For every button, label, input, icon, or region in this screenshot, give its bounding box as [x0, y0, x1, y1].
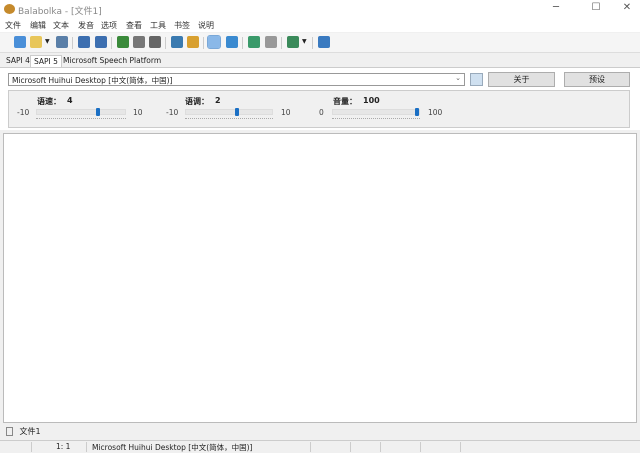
voice-icon[interactable]: [287, 36, 299, 48]
status-divider: [310, 442, 311, 452]
document-tab[interactable]: 文件1: [4, 424, 43, 438]
rate-slider-thumb[interactable]: [95, 108, 100, 116]
document-tab-label: 文件1: [19, 427, 41, 436]
menu-view[interactable]: 查看: [126, 20, 142, 31]
maximize-button[interactable]: ☐: [581, 2, 611, 17]
rate-label: 语速：: [37, 97, 61, 106]
info-icon[interactable]: [318, 36, 330, 48]
text-editor[interactable]: [3, 133, 637, 423]
separator: [242, 37, 243, 49]
status-divider: [420, 442, 421, 452]
rate-max: 10: [133, 108, 143, 117]
app-icon: [4, 4, 15, 14]
menu-options[interactable]: 选项: [101, 20, 117, 31]
pitch-slider-thumb[interactable]: [234, 108, 239, 116]
voice-select[interactable]: Microsoft Huihui Desktop [中文(简体，中国)] ⌄: [8, 73, 465, 86]
menu-help[interactable]: 说明: [198, 20, 214, 31]
pitch-max: 10: [281, 108, 291, 117]
toolbar: ▼ ▼: [0, 33, 640, 53]
dropdown-icon[interactable]: ▼: [302, 38, 307, 45]
separator: [72, 37, 73, 49]
minimize-button[interactable]: ─: [541, 2, 571, 17]
dictionary-icon[interactable]: [265, 36, 277, 48]
volume-label: 音量：: [333, 97, 357, 106]
volume-max: 100: [428, 108, 443, 117]
pitch-value: 2: [215, 96, 221, 105]
menu-tools[interactable]: 工具: [150, 20, 166, 31]
menu-bookmarks[interactable]: 书签: [174, 20, 190, 31]
preset-button[interactable]: 预设: [564, 72, 630, 87]
document-icon: [6, 427, 13, 436]
tab-sapi5[interactable]: SAPI 5: [30, 55, 62, 67]
speak-clipboard-icon[interactable]: [95, 36, 107, 48]
separator: [165, 37, 166, 49]
tab-speech-platform[interactable]: Microsoft Speech Platform: [60, 55, 164, 67]
separator: [111, 37, 112, 49]
status-divider: [350, 442, 351, 452]
menu-edit[interactable]: 编辑: [30, 20, 46, 31]
split-icon[interactable]: [187, 36, 199, 48]
open-folder-icon[interactable]: [30, 36, 42, 48]
save-audio-icon[interactable]: [171, 36, 183, 48]
status-voice: Microsoft Huihui Desktop [中文(简体，中国)]: [92, 443, 253, 452]
rate-ticks: [36, 118, 126, 119]
rate-min: -10: [17, 108, 30, 117]
status-bar: 1: 1 Microsoft Huihui Desktop [中文(简体，中国)…: [0, 440, 640, 452]
dropdown-icon[interactable]: ▼: [45, 38, 50, 45]
stop-icon[interactable]: [149, 36, 161, 48]
read-icon[interactable]: [226, 36, 238, 48]
status-divider: [31, 442, 32, 452]
menu-text[interactable]: 文本: [53, 20, 69, 31]
status-divider: [460, 442, 461, 452]
rate-value: 4: [67, 96, 73, 105]
pause-icon[interactable]: [133, 36, 145, 48]
menu-bar: 文件 编辑 文本 发音 选项 查看 工具 书签 说明: [0, 19, 640, 32]
play-icon[interactable]: [117, 36, 129, 48]
title-bar: Balabolka - [文件1] ─ ☐ ✕: [0, 0, 640, 19]
save-icon[interactable]: [56, 36, 68, 48]
separator: [312, 37, 313, 49]
pitch-slider[interactable]: [185, 109, 273, 115]
volume-ticks: [332, 118, 420, 119]
volume-slider-thumb[interactable]: [415, 108, 419, 116]
menu-speech[interactable]: 发音: [78, 20, 94, 31]
tab-sapi4[interactable]: SAPI 4: [3, 55, 33, 67]
separator: [203, 37, 204, 49]
pitch-ticks: [185, 118, 273, 119]
close-button[interactable]: ✕: [612, 2, 640, 17]
chevron-down-icon: ⌄: [455, 74, 461, 82]
menu-file[interactable]: 文件: [5, 20, 21, 31]
separator: [281, 37, 282, 49]
volume-value: 100: [363, 96, 380, 105]
status-divider: [86, 442, 87, 452]
new-file-icon[interactable]: [14, 36, 26, 48]
about-button[interactable]: 关于: [488, 72, 555, 87]
convert-icon[interactable]: [248, 36, 260, 48]
voice-select-value: Microsoft Huihui Desktop [中文(简体，中国)]: [12, 76, 173, 85]
pitch-min: -10: [166, 108, 179, 117]
read-clipboard-icon[interactable]: [207, 35, 221, 49]
volume-min: 0: [319, 108, 324, 117]
rate-slider[interactable]: [36, 109, 126, 115]
cursor-position: 1: 1: [56, 442, 71, 451]
pitch-label: 语调：: [185, 97, 209, 106]
refresh-voices-button[interactable]: [470, 73, 483, 86]
speak-icon[interactable]: [78, 36, 90, 48]
status-divider: [380, 442, 381, 452]
window-title: Balabolka - [文件1]: [18, 7, 102, 17]
volume-slider[interactable]: [332, 109, 420, 115]
